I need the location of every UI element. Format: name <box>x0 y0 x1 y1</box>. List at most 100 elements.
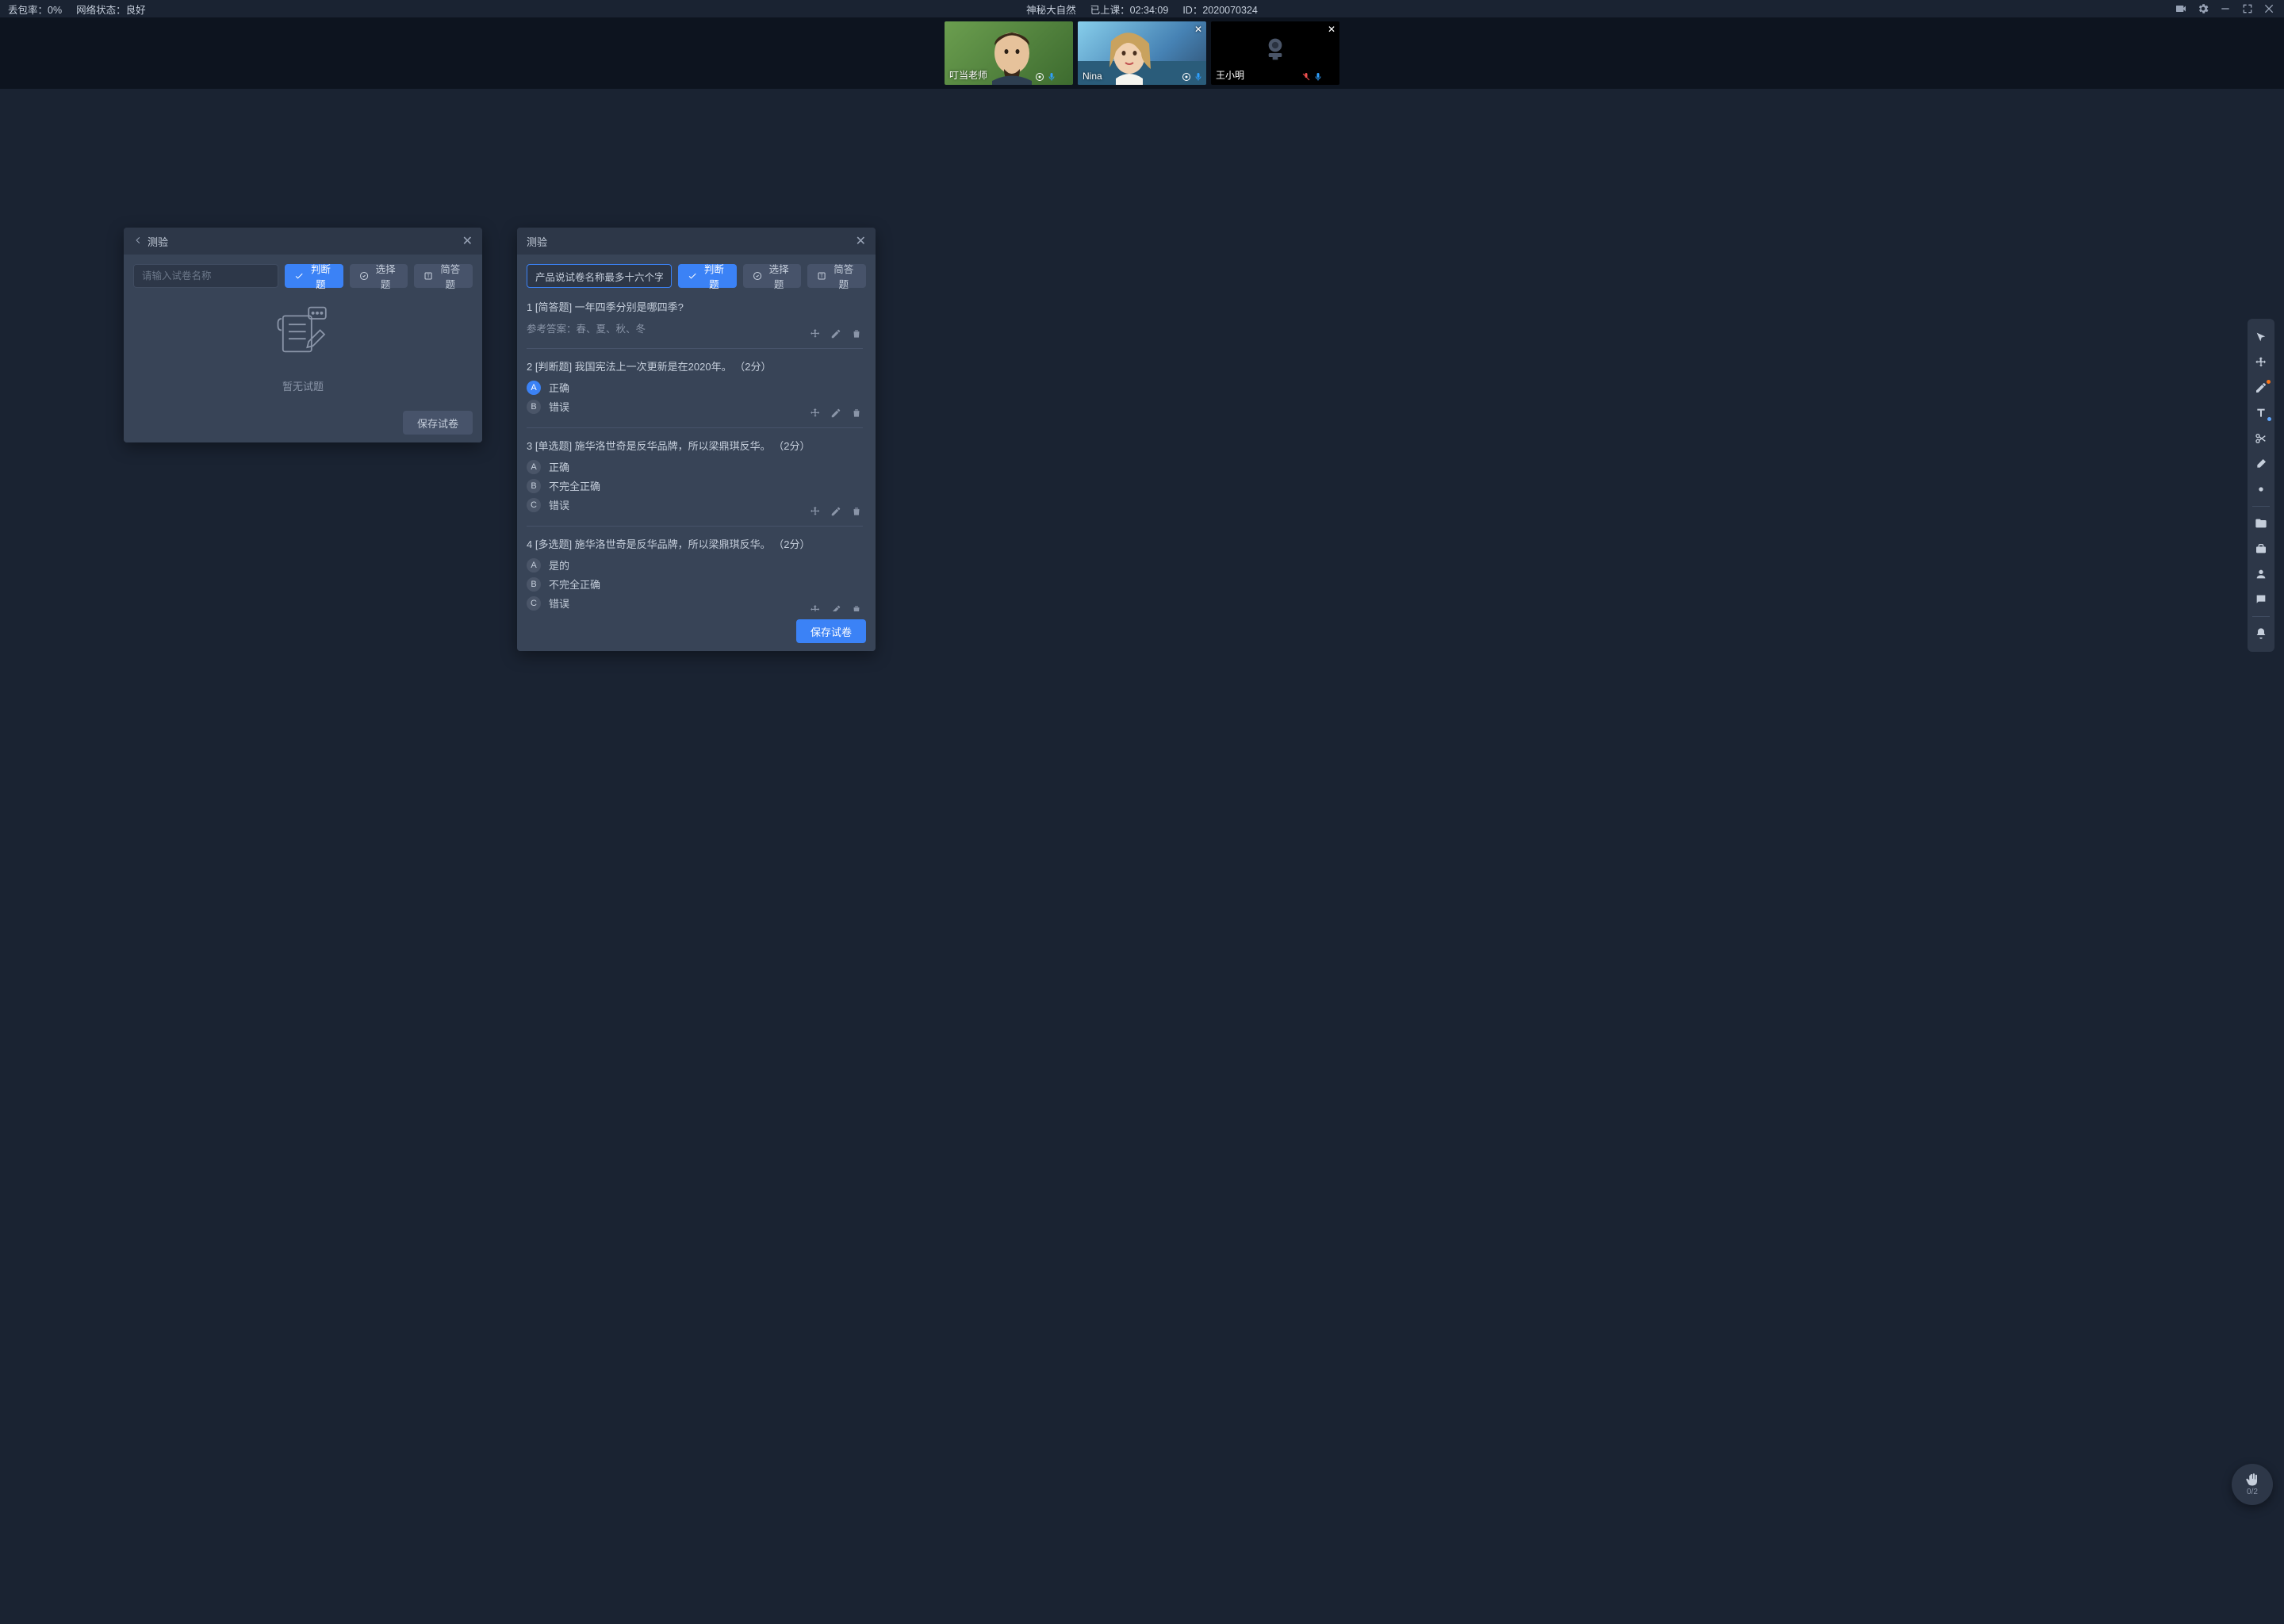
course-title: 神秘大自然 <box>1026 2 1076 17</box>
move-icon[interactable] <box>2248 350 2274 374</box>
choice-question-button[interactable]: 选择题 <box>350 264 408 288</box>
video-tile-name: 王小明 <box>1216 68 1244 82</box>
edit-icon[interactable] <box>830 603 842 611</box>
tile-close-icon[interactable]: ✕ <box>1194 24 1202 35</box>
elapsed-time: 已上课：02:34:09 <box>1090 2 1169 17</box>
option-letter: C <box>527 596 541 611</box>
mic-status-icon <box>1047 72 1056 82</box>
save-quiz-button[interactable]: 保存试卷 <box>403 411 473 435</box>
delete-icon[interactable] <box>850 505 863 518</box>
toolbox-icon[interactable] <box>2248 537 2274 561</box>
option-row[interactable]: A 正确 <box>527 459 863 474</box>
mic-status-icon <box>1194 72 1203 82</box>
quiz-name-input[interactable] <box>133 264 278 288</box>
raise-hand-count: 0/2 <box>2247 1488 2258 1496</box>
judge-question-button[interactable]: 判断题 <box>285 264 343 288</box>
camera-off-icon <box>1259 33 1291 65</box>
raise-hand-button[interactable]: 0/2 <box>2232 1464 2273 1505</box>
workspace: 测验 ✕ 判断题 选择题 T 简答题 <box>0 89 2284 1624</box>
option-row[interactable]: A 是的 <box>527 557 863 573</box>
save-quiz-button[interactable]: 保存试卷 <box>796 619 866 643</box>
delete-icon[interactable] <box>850 327 863 340</box>
option-letter: B <box>527 479 541 493</box>
quiz-name-input[interactable] <box>527 264 672 288</box>
back-icon[interactable] <box>133 236 143 247</box>
chat-icon[interactable] <box>2248 588 2274 611</box>
move-icon[interactable] <box>809 407 822 419</box>
camera-status-icon <box>1182 72 1191 82</box>
move-icon[interactable] <box>809 603 822 611</box>
option-letter: B <box>527 577 541 592</box>
mic-muted-icon <box>1301 72 1311 82</box>
empty-text: 暂无试题 <box>282 378 324 393</box>
network-status: 网络状态：良好 <box>76 2 146 17</box>
folder-icon[interactable] <box>2248 511 2274 535</box>
judge-question-button[interactable]: 判断题 <box>678 264 737 288</box>
quiz-panel-empty: 测验 ✕ 判断题 选择题 T 简答题 <box>124 228 482 442</box>
question-title: 3 [单选题] 施华洛世奇是反华品牌，所以梁鼎琪反华。 （2分） <box>527 438 863 453</box>
delete-icon[interactable] <box>850 407 863 419</box>
question-item: 2 [判断题] 我国宪法上一次更新是在2020年。 （2分） A 正确 B 错误 <box>527 349 863 428</box>
question-item: 1 [简答题] 一年四季分别是哪四季?参考答案：春、夏、秋、冬 <box>527 297 863 349</box>
option-letter: B <box>527 400 541 414</box>
edit-icon[interactable] <box>830 505 842 518</box>
session-id: ID：2020070324 <box>1182 2 1258 17</box>
settings-icon[interactable] <box>2197 2 2209 15</box>
bell-icon[interactable] <box>2248 622 2274 645</box>
eraser-icon[interactable] <box>2248 452 2274 476</box>
question-list[interactable]: 1 [简答题] 一年四季分别是哪四季?参考答案：春、夏、秋、冬2 [判断题] 我… <box>527 297 866 611</box>
delete-icon[interactable] <box>850 603 863 611</box>
panel-close-icon[interactable]: ✕ <box>462 233 473 249</box>
option-letter: C <box>527 498 541 512</box>
option-text: 正确 <box>549 380 569 395</box>
close-window-icon[interactable] <box>2263 2 2276 15</box>
svg-text:T: T <box>427 274 431 279</box>
question-title: 2 [判断题] 我国宪法上一次更新是在2020年。 （2分） <box>527 358 863 373</box>
option-letter: A <box>527 460 541 474</box>
top-status-bar: 丢包率：0% 网络状态：良好 神秘大自然 已上课：02:34:09 ID：202… <box>0 0 2284 17</box>
text-icon[interactable] <box>2248 401 2274 425</box>
option-letter: A <box>527 558 541 573</box>
short-answer-button[interactable]: T 简答题 <box>807 264 866 288</box>
pen-icon[interactable] <box>2248 376 2274 400</box>
choice-question-button[interactable]: 选择题 <box>743 264 802 288</box>
camera-status-icon <box>1035 72 1044 82</box>
video-strip: 叮当老师 ✕ Nina ✕ 王小明 <box>0 17 2284 89</box>
empty-state: 暂无试题 <box>133 297 473 393</box>
video-tile-teacher[interactable]: 叮当老师 <box>945 21 1073 85</box>
edit-icon[interactable] <box>830 407 842 419</box>
option-text: 不完全正确 <box>549 576 600 592</box>
volume-bars-icon <box>1060 72 1070 82</box>
camera-toggle-icon[interactable] <box>2175 2 2187 15</box>
panel-title: 测验 <box>527 234 547 249</box>
option-text: 是的 <box>549 557 569 573</box>
option-row[interactable]: A 正确 <box>527 380 863 395</box>
cursor-icon[interactable] <box>2248 325 2274 349</box>
option-text: 错误 <box>549 399 569 414</box>
video-tile-student-2[interactable]: ✕ 王小明 <box>1211 21 1339 85</box>
minimize-icon[interactable] <box>2219 2 2232 15</box>
option-row[interactable]: B 不完全正确 <box>527 478 863 493</box>
question-title: 4 [多选题] 施华洛世奇是反华品牌，所以梁鼎琪反华。 （2分） <box>527 536 863 551</box>
short-answer-button[interactable]: T 简答题 <box>414 264 473 288</box>
user-icon[interactable] <box>2248 562 2274 586</box>
move-icon[interactable] <box>809 327 822 340</box>
option-letter: A <box>527 381 541 395</box>
right-toolbar <box>2248 319 2274 652</box>
panel-close-icon[interactable]: ✕ <box>856 233 866 249</box>
tile-close-icon[interactable]: ✕ <box>1328 24 1336 35</box>
question-title: 1 [简答题] 一年四季分别是哪四季? <box>527 299 863 314</box>
volume-bars-icon <box>1327 72 1336 82</box>
option-text: 正确 <box>549 459 569 474</box>
video-tile-name: 叮当老师 <box>949 68 987 82</box>
video-tile-name: Nina <box>1083 71 1102 82</box>
scissors-icon[interactable] <box>2248 427 2274 450</box>
move-icon[interactable] <box>809 505 822 518</box>
option-row[interactable]: B 不完全正确 <box>527 576 863 592</box>
laser-pointer-icon[interactable] <box>2248 477 2274 501</box>
fullscreen-icon[interactable] <box>2241 2 2254 15</box>
video-tile-student-1[interactable]: ✕ Nina <box>1078 21 1206 85</box>
edit-icon[interactable] <box>830 327 842 340</box>
question-item: 4 [多选题] 施华洛世奇是反华品牌，所以梁鼎琪反华。 （2分） A 是的 B 不完全正… <box>527 527 863 611</box>
option-text: 不完全正确 <box>549 478 600 493</box>
